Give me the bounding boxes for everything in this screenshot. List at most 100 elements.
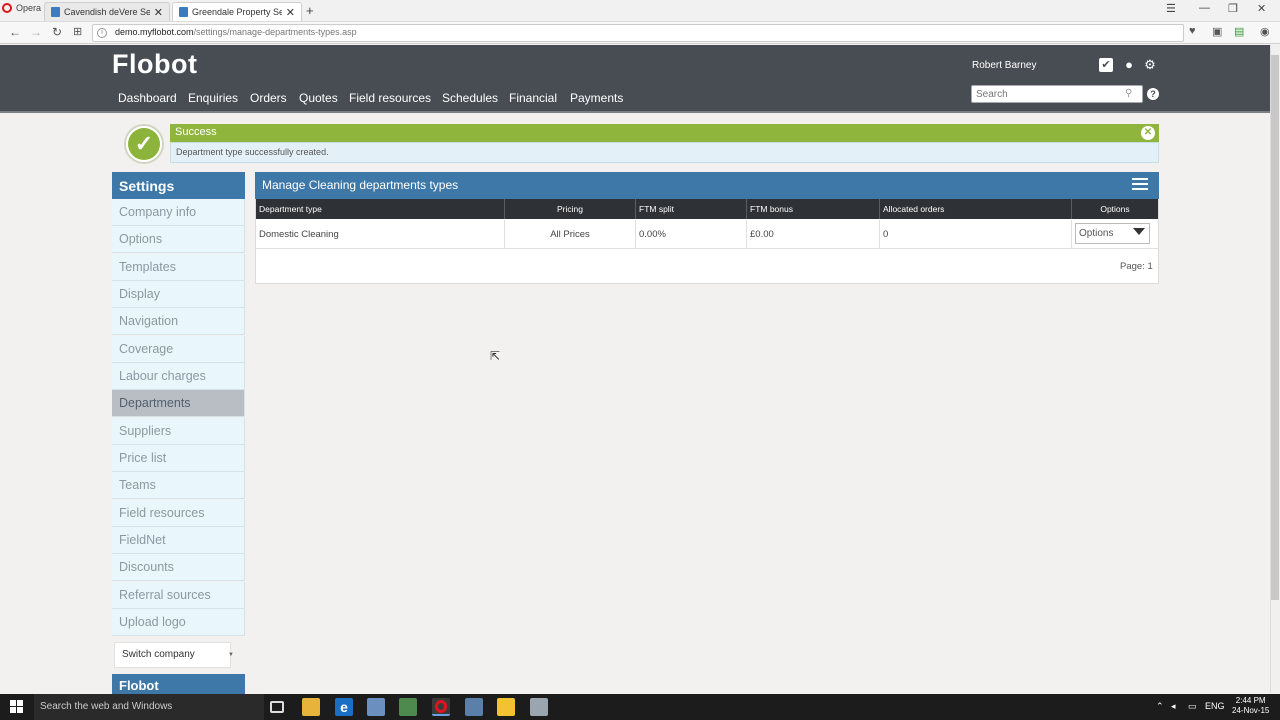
column-header-pricing[interactable]: Pricing	[505, 199, 636, 219]
url-field[interactable]: demo.myflobot.com/settings/manage-depart…	[92, 24, 1184, 42]
sidebar-item-company-info[interactable]: Company info	[112, 199, 245, 226]
back-icon[interactable]: ←	[9, 25, 21, 39]
tab-favicon-icon	[51, 7, 60, 17]
panel-title: Manage Cleaning departments types	[255, 172, 1159, 199]
cell-allocated-orders: 0	[880, 220, 1072, 249]
store-icon[interactable]	[367, 698, 385, 716]
sidebar-item-teams[interactable]: Teams	[112, 472, 245, 499]
sidebar-item-departments[interactable]: Departments	[112, 390, 245, 417]
sidebar-item-coverage[interactable]: Coverage	[112, 336, 245, 363]
tab-close-icon[interactable]: ✕	[154, 6, 163, 19]
nav-field-resources[interactable]: Field resources	[349, 91, 431, 105]
network-icon[interactable]: ▭	[1188, 701, 1197, 712]
sidebar-item-options[interactable]: Options	[112, 226, 245, 253]
sidebar-item-upload-logo[interactable]: Upload logo	[112, 609, 245, 636]
scrollbar-thumb[interactable]	[1271, 55, 1279, 600]
browser-tab-1[interactable]: Cavendish deVere Services ✕	[44, 2, 170, 21]
app-icon-2[interactable]	[465, 698, 483, 716]
forward-icon[interactable]: →	[30, 25, 42, 39]
app-icon[interactable]	[399, 698, 417, 716]
sidebar-item-templates[interactable]: Templates	[112, 254, 245, 281]
mouse-cursor-icon: ⇱	[490, 349, 501, 363]
nav-financial[interactable]: Financial	[509, 91, 557, 105]
sidebar-item-labour-charges[interactable]: Labour charges	[112, 363, 245, 390]
opera-menu-button[interactable]: Opera	[2, 3, 41, 13]
pagination-label: Page: 1	[1120, 261, 1153, 272]
column-header-ftm-bonus[interactable]: FTM bonus	[747, 199, 880, 219]
user-name[interactable]: Robert Barney	[972, 60, 1036, 71]
opera-label: Opera	[16, 3, 42, 13]
close-window-icon[interactable]: ✕	[1257, 2, 1266, 15]
help-icon[interactable]: ?	[1147, 88, 1159, 100]
reload-icon[interactable]: ↻	[52, 25, 62, 39]
url-domain: demo.myflobot.com	[115, 27, 194, 37]
tab-favicon-icon	[179, 7, 188, 17]
alert-close-icon[interactable]: ✕	[1141, 126, 1155, 140]
sidebar-item-price-list[interactable]: Price list	[112, 445, 245, 472]
site-logo[interactable]: Flobot	[112, 49, 197, 80]
tab-title: Cavendish deVere Services	[64, 7, 150, 17]
app-icon-3[interactable]	[530, 698, 548, 716]
nav-orders[interactable]: Orders	[250, 91, 287, 105]
windows-start-icon[interactable]	[10, 700, 24, 714]
sidebar-item-referral-sources[interactable]: Referral sources	[112, 582, 245, 609]
site-info-icon[interactable]: i	[97, 28, 107, 38]
volume-icon[interactable]: ◂	[1171, 701, 1176, 712]
sidebar-item-field-resources[interactable]: Field resources	[112, 500, 245, 527]
nav-schedules[interactable]: Schedules	[442, 91, 498, 105]
cell-ftm-split: 0.00%	[636, 220, 747, 249]
tab-title: Greendale Property Services	[192, 7, 282, 17]
sidebar-footer-brand: Flobot	[112, 674, 245, 694]
nav-enquiries[interactable]: Enquiries	[188, 91, 238, 105]
extension-icon[interactable]: ▤	[1234, 25, 1244, 38]
sidebar-item-navigation[interactable]: Navigation	[112, 308, 245, 335]
minimize-icon[interactable]: —	[1199, 2, 1210, 14]
new-tab-icon[interactable]: +	[306, 3, 314, 18]
opera-taskbar-icon[interactable]	[432, 698, 450, 716]
task-view-icon[interactable]	[270, 701, 284, 713]
search-input[interactable]	[971, 85, 1143, 103]
column-header-ftm-split[interactable]: FTM split	[636, 199, 747, 219]
browser-tab-2[interactable]: Greendale Property Services ✕	[172, 2, 302, 21]
edge-browser-icon[interactable]: e	[335, 698, 353, 716]
search-icon[interactable]: ⚲	[1125, 88, 1132, 99]
alert-message: Department type successfully created.	[170, 142, 1159, 163]
tab-menu-icon[interactable]: ☰	[1166, 2, 1176, 15]
snapshot-icon[interactable]: ▣	[1212, 25, 1222, 38]
tray-chevron-icon[interactable]: ⌃	[1156, 701, 1164, 712]
sidebar-item-suppliers[interactable]: Suppliers	[112, 418, 245, 445]
cell-department-type[interactable]: Domestic Cleaning	[256, 220, 505, 249]
nav-dashboard[interactable]: Dashboard	[118, 91, 177, 105]
language-indicator[interactable]: ENG	[1205, 701, 1225, 711]
column-header-department-type[interactable]: Department type	[256, 199, 505, 219]
success-check-icon: ✓	[128, 128, 160, 160]
speed-dial-icon[interactable]: ⊞	[73, 25, 82, 38]
clock-date: 24-Nov-15	[1232, 706, 1270, 715]
user-profile-icon[interactable]: ●	[1122, 58, 1136, 72]
clock-time: 2:44 PM	[1235, 696, 1266, 705]
taskbar-search-box[interactable]: Search the web and Windows	[34, 694, 264, 720]
sidebar-item-discounts[interactable]: Discounts	[112, 554, 245, 581]
sidebar-item-fieldnet[interactable]: FieldNet	[112, 527, 245, 554]
switch-company-select[interactable]: Switch company	[114, 642, 231, 668]
nav-quotes[interactable]: Quotes	[299, 91, 338, 105]
cell-pricing: All Prices	[505, 220, 636, 249]
column-header-options: Options	[1072, 199, 1158, 219]
tab-close-icon[interactable]: ✕	[286, 6, 295, 19]
url-path: /settings/manage-departments-types.asp	[193, 27, 357, 37]
restore-icon[interactable]: ❐	[1228, 2, 1238, 15]
dropdown-arrow-icon[interactable]	[1133, 228, 1145, 235]
heart-icon[interactable]: ♥	[1189, 25, 1196, 37]
account-icon[interactable]: ◉	[1260, 25, 1270, 38]
nav-payments[interactable]: Payments	[570, 91, 623, 105]
hamburger-menu-icon[interactable]	[1132, 178, 1148, 192]
file-explorer-icon[interactable]	[302, 698, 320, 716]
sidebar-item-display[interactable]: Display	[112, 281, 245, 308]
tasks-check-icon[interactable]: ✔	[1099, 58, 1113, 72]
taskbar-clock[interactable]: 2:44 PM 24-Nov-15	[1232, 696, 1269, 716]
sticky-notes-icon[interactable]	[497, 698, 515, 716]
chevron-down-icon: ▼	[228, 652, 234, 658]
cell-ftm-bonus: £0.00	[747, 220, 880, 249]
settings-gear-icon[interactable]: ⚙	[1143, 58, 1157, 72]
column-header-allocated-orders[interactable]: Allocated orders	[880, 199, 1072, 219]
